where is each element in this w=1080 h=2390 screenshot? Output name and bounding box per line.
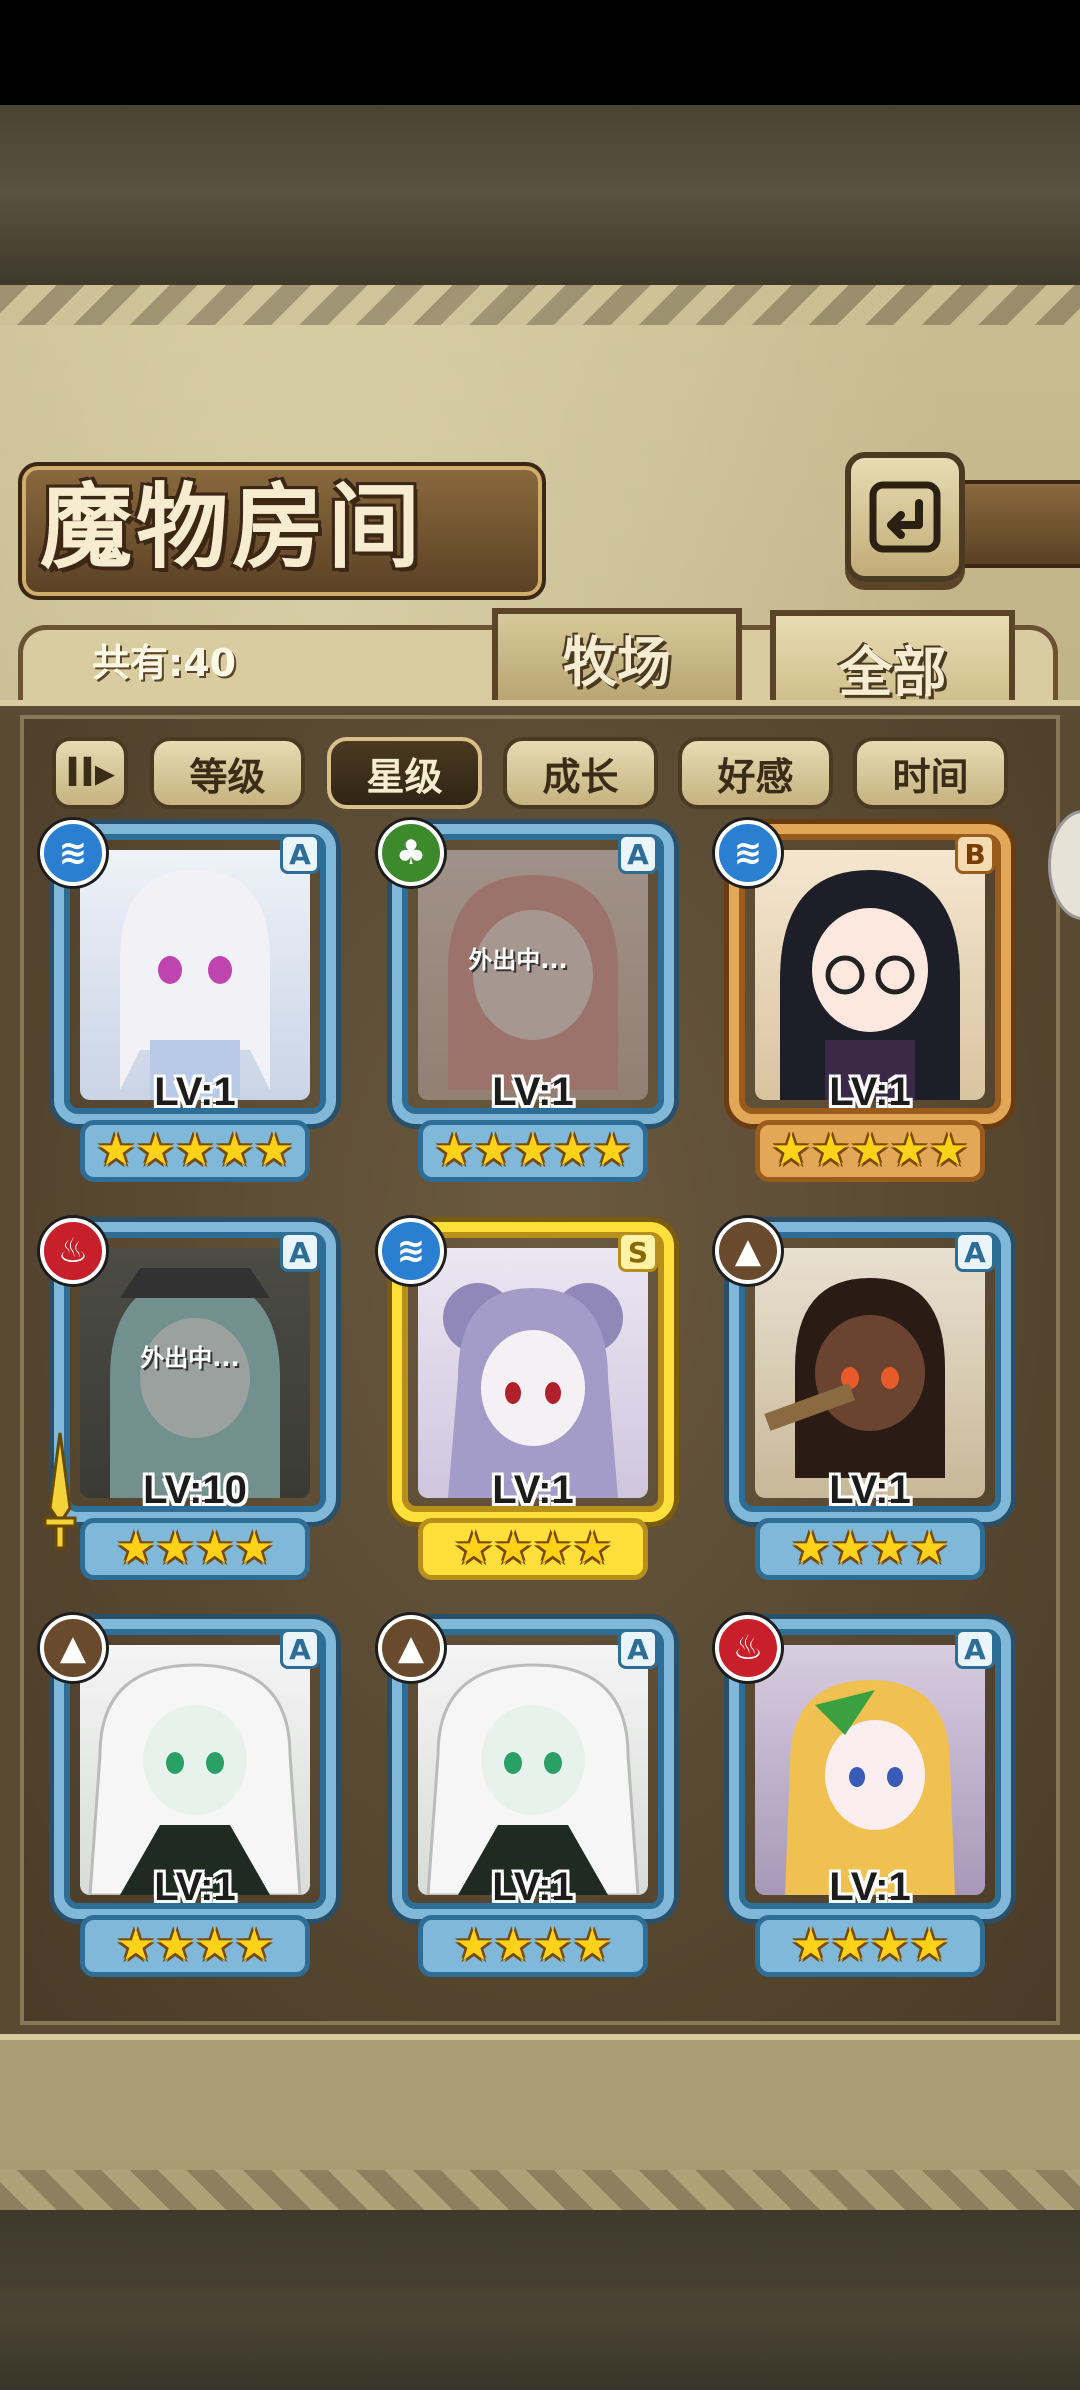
fire-element-icon: ♨: [40, 1218, 106, 1284]
tab-ranch[interactable]: 牧场: [492, 608, 742, 700]
sort-level-button[interactable]: 等级: [150, 737, 305, 809]
grass-element-icon: ♣: [378, 820, 444, 886]
monster-card[interactable]: ≋ B LV:1 ★★★★★: [715, 820, 1025, 1200]
rank-badge: B: [955, 834, 995, 874]
sort-growth-button[interactable]: 成长: [503, 737, 658, 809]
fire-element-icon: ♨: [715, 1615, 781, 1681]
monster-portrait: [755, 1248, 985, 1498]
star-rating: ★★★★★: [755, 1120, 985, 1182]
star-rating: ★★★★: [80, 1915, 310, 1977]
monster-level: LV:1: [154, 1070, 236, 1114]
water-element-icon: ≋: [715, 820, 781, 886]
away-overlay: [418, 850, 648, 1100]
monster-portrait: [80, 850, 310, 1100]
monster-card[interactable]: ▲ A LV:1 ★★★★: [40, 1615, 350, 1995]
monster-portrait: [418, 1248, 648, 1498]
star-rating: ★★★★: [755, 1518, 985, 1580]
monster-card[interactable]: ▲ A LV:1 ★★★★: [715, 1218, 1025, 1598]
monster-card[interactable]: ≋ S LV:1 ★★★★: [378, 1218, 688, 1598]
page-title: 魔物房间: [40, 473, 425, 581]
rank-badge: A: [280, 1232, 320, 1272]
earth-element-icon: ▲: [378, 1615, 444, 1681]
monster-card[interactable]: 外出中... ♨ A LV:10 ★★★★: [40, 1218, 350, 1598]
star-rating: ★★★★★: [80, 1120, 310, 1182]
monster-level: LV:1: [492, 1070, 574, 1114]
rank-badge: A: [618, 834, 658, 874]
star-rating: ★★★★: [80, 1518, 310, 1580]
monster-level: LV:1: [492, 1865, 574, 1909]
monster-portrait: [418, 1645, 648, 1895]
monster-level: LV:1: [829, 1865, 911, 1909]
rank-badge: A: [955, 1629, 995, 1669]
earth-element-icon: ▲: [40, 1615, 106, 1681]
monster-portrait: [755, 850, 985, 1100]
water-element-icon: ≋: [378, 1218, 444, 1284]
rank-badge: A: [280, 834, 320, 874]
star-rating: ★★★★: [755, 1915, 985, 1977]
monster-card[interactable]: ≋ A LV:1 ★★★★★: [40, 820, 350, 1200]
monster-card[interactable]: ▲ A LV:1 ★★★★: [378, 1615, 688, 1995]
monster-level: LV:10: [143, 1468, 247, 1512]
back-button-strip: [960, 480, 1080, 568]
monster-portrait: [80, 1645, 310, 1895]
monster-level: LV:1: [154, 1865, 236, 1909]
sort-time-button[interactable]: 时间: [853, 737, 1008, 809]
rank-badge: S: [618, 1232, 658, 1272]
back-button[interactable]: [845, 452, 965, 582]
earth-element-icon: ▲: [715, 1218, 781, 1284]
return-arrow-icon: [869, 481, 941, 553]
map-background-top: [0, 105, 1080, 285]
monster-card[interactable]: ♨ A LV:1 ★★★★: [715, 1615, 1025, 1995]
monster-level: LV:1: [829, 1468, 911, 1512]
monster-level: LV:1: [492, 1468, 574, 1512]
rank-badge: A: [955, 1232, 995, 1272]
sort-order-toggle[interactable]: II▸: [52, 737, 128, 809]
sort-star-button[interactable]: 星级: [327, 737, 482, 809]
rank-badge: A: [618, 1629, 658, 1669]
monster-portrait: [80, 1248, 310, 1498]
monster-card[interactable]: 外出中... ♣ A LV:1 ★★★★★: [378, 820, 688, 1200]
star-rating: ★★★★★: [418, 1120, 648, 1182]
monster-level: LV:1: [829, 1070, 911, 1114]
away-overlay: [80, 1248, 310, 1498]
away-status: 外出中...: [140, 1344, 240, 1372]
rank-badge: A: [280, 1629, 320, 1669]
star-rating: ★★★★: [418, 1915, 648, 1977]
star-rating: ★★★★: [418, 1518, 648, 1580]
sort-affection-button[interactable]: 好感: [678, 737, 833, 809]
monster-count: 共有:40: [92, 641, 237, 685]
monster-portrait: [418, 850, 648, 1100]
water-element-icon: ≋: [40, 820, 106, 886]
map-background-bottom: [0, 2210, 1080, 2390]
away-status: 外出中...: [468, 946, 568, 974]
monster-portrait: [755, 1645, 985, 1895]
